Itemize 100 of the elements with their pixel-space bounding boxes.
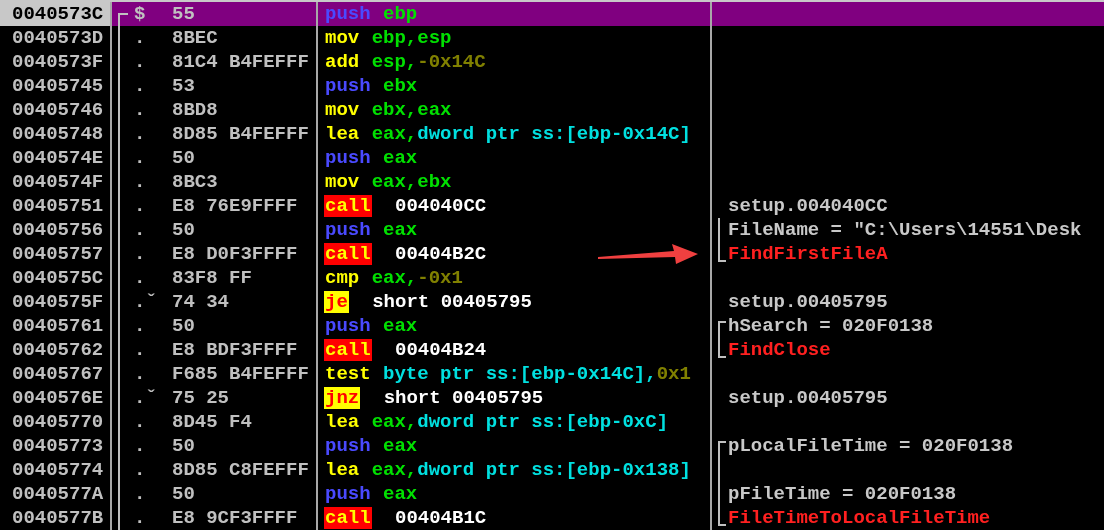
marker-text: .ˇ bbox=[133, 290, 158, 314]
hex-bytes: 8D85 C8FEFFF bbox=[172, 458, 309, 482]
marker-text: $ bbox=[133, 2, 147, 26]
code-row[interactable]: 0040577B . E8 9CF3FFFF call 00404B1C FileTimeToLocalFileTime bbox=[0, 506, 1104, 530]
code-row[interactable]: 0040573F . 81C4 B4FEFFF add esp,-0x14C bbox=[0, 50, 1104, 74]
operand-text: -0x14C bbox=[417, 51, 486, 73]
operand-text: ebp,esp bbox=[371, 27, 452, 49]
code-row[interactable]: 0040574E . 50 push eax bbox=[0, 146, 1104, 170]
comment-text: setup.00405795 bbox=[728, 290, 888, 314]
operand-text: eax, bbox=[371, 123, 418, 145]
comment-text: pLocalFileTime = 020F0138 bbox=[728, 434, 1014, 458]
hex-bytes: 55 bbox=[172, 2, 195, 26]
comment-text: FileTimeToLocalFileTime bbox=[728, 506, 991, 530]
hex-bytes: E8 D0F3FFFF bbox=[172, 242, 298, 266]
marker-text: . bbox=[133, 266, 147, 290]
operand-text: 00404B1C bbox=[394, 507, 487, 529]
address-text: 0040575C bbox=[12, 267, 104, 289]
mnemonic-text: je bbox=[324, 291, 349, 313]
operand-text: dword ptr ss:[ebp-0x138] bbox=[417, 459, 691, 481]
operand-text: ebx bbox=[383, 75, 418, 97]
marker-text: . bbox=[133, 194, 147, 218]
code-row[interactable]: 0040573C $ 55 push ebp bbox=[0, 2, 1104, 26]
operand-text: 004040CC bbox=[394, 195, 487, 217]
marker-text: . bbox=[133, 314, 147, 338]
address-text: 00405756 bbox=[12, 219, 104, 241]
marker-text: . bbox=[133, 170, 147, 194]
operand-text: short 00405795 bbox=[382, 387, 544, 409]
address-text: 00405746 bbox=[12, 99, 104, 121]
address-text: 0040577B bbox=[12, 507, 104, 529]
hex-bytes: E8 76E9FFFF bbox=[172, 194, 298, 218]
address-text: 0040576E bbox=[12, 387, 104, 409]
comment-text: setup.004040CC bbox=[728, 194, 888, 218]
operand-text: 0x1 bbox=[656, 363, 691, 385]
marker-text: . bbox=[133, 362, 147, 386]
hex-bytes: 50 bbox=[172, 434, 195, 458]
mnemonic-text: mov bbox=[324, 27, 361, 49]
operand-text: eax, bbox=[371, 267, 418, 289]
address-text: 00405761 bbox=[12, 315, 104, 337]
marker-text: . bbox=[133, 26, 147, 50]
mnemonic-text: call bbox=[324, 339, 372, 361]
hex-bytes: 8BC3 bbox=[172, 170, 218, 194]
marker-text: . bbox=[133, 50, 147, 74]
code-row[interactable]: 00405748 . 8D85 B4FEFFF lea eax,dword ptr ss:[ebp-0x14C] bbox=[0, 122, 1104, 146]
marker-text: . bbox=[133, 410, 147, 434]
code-row[interactable]: 0040575F .ˇ 74 34 je short 00405795 setup.00405795 bbox=[0, 290, 1104, 314]
mnemonic-text: jnz bbox=[324, 387, 361, 409]
hex-bytes: 8D45 F4 bbox=[172, 410, 252, 434]
comment-text: FindFirstFileA bbox=[728, 242, 888, 266]
mnemonic-text: push bbox=[324, 219, 372, 241]
comment-text: hSearch = 020F0138 bbox=[728, 314, 934, 338]
operand-text: -0x1 bbox=[417, 267, 463, 289]
address-text: 00405774 bbox=[12, 459, 104, 481]
code-row[interactable]: 00405745 . 53 push ebx bbox=[0, 74, 1104, 98]
hex-bytes: 74 34 bbox=[172, 290, 229, 314]
mnemonic-text: lea bbox=[324, 123, 361, 145]
operand-text: eax bbox=[383, 315, 418, 337]
code-row[interactable]: 00405746 . 8BD8 mov ebx,eax bbox=[0, 98, 1104, 122]
hex-bytes: 83F8 FF bbox=[172, 266, 252, 290]
code-row[interactable]: 0040576E .ˇ 75 25 jnz short 00405795 setup.00405795 bbox=[0, 386, 1104, 410]
address-text: 00405745 bbox=[12, 75, 104, 97]
marker-text: . bbox=[133, 482, 147, 506]
mnemonic-text: call bbox=[324, 195, 372, 217]
mnemonic-text: lea bbox=[324, 459, 361, 481]
operand-text: ebx,eax bbox=[371, 99, 452, 121]
hex-bytes: F685 B4FEFFF bbox=[172, 362, 309, 386]
hex-bytes: 53 bbox=[172, 74, 195, 98]
operand-text: byte ptr ss:[ebp-0x14C], bbox=[383, 363, 657, 385]
code-row[interactable]: 0040573D . 8BEC mov ebp,esp bbox=[0, 26, 1104, 50]
code-row[interactable]: 00405751 . E8 76E9FFFF call 004040CC setup.004040CC bbox=[0, 194, 1104, 218]
code-row[interactable]: 00405762 . E8 BDF3FFFF call 00404B24 FindClose bbox=[0, 338, 1104, 362]
hex-bytes: 50 bbox=[172, 314, 195, 338]
operand-text: 00404B2C bbox=[394, 243, 487, 265]
hex-bytes: 8BD8 bbox=[172, 98, 218, 122]
address-text: 0040575F bbox=[12, 291, 104, 313]
operand-text: dword ptr ss:[ebp-0xC] bbox=[417, 411, 669, 433]
address-text: 00405770 bbox=[12, 411, 104, 433]
marker-text: .ˇ bbox=[133, 386, 158, 410]
hex-bytes: 50 bbox=[172, 146, 195, 170]
code-row[interactable]: 00405770 . 8D45 F4 lea eax,dword ptr ss:[ebp-0xC] bbox=[0, 410, 1104, 434]
mnemonic-text: push bbox=[324, 315, 372, 337]
mnemonic-text: push bbox=[324, 3, 372, 25]
address-text: 00405748 bbox=[12, 123, 104, 145]
code-row[interactable]: 00405774 . 8D85 C8FEFFF lea eax,dword ptr ss:[ebp-0x138] bbox=[0, 458, 1104, 482]
address-text: 00405773 bbox=[12, 435, 104, 457]
address-text: 00405751 bbox=[12, 195, 104, 217]
marker-text: . bbox=[133, 506, 147, 530]
comment-text: FileName = "C:\Users\14551\Desk bbox=[728, 218, 1082, 242]
marker-text: . bbox=[133, 74, 147, 98]
marker-text: . bbox=[133, 122, 147, 146]
marker-text: . bbox=[133, 98, 147, 122]
address-text: 00405762 bbox=[12, 339, 104, 361]
mnemonic-text: lea bbox=[324, 411, 361, 433]
code-row[interactable]: 00405773 . 50 push eax pLocalFileTime = 020F0138 bbox=[0, 434, 1104, 458]
marker-text: . bbox=[133, 146, 147, 170]
marker-text: . bbox=[133, 242, 147, 266]
marker-text: . bbox=[133, 458, 147, 482]
operand-text: eax bbox=[383, 147, 418, 169]
address-text: 0040573D bbox=[12, 27, 104, 49]
mnemonic-text: push bbox=[324, 75, 372, 97]
hex-bytes: 75 25 bbox=[172, 386, 229, 410]
